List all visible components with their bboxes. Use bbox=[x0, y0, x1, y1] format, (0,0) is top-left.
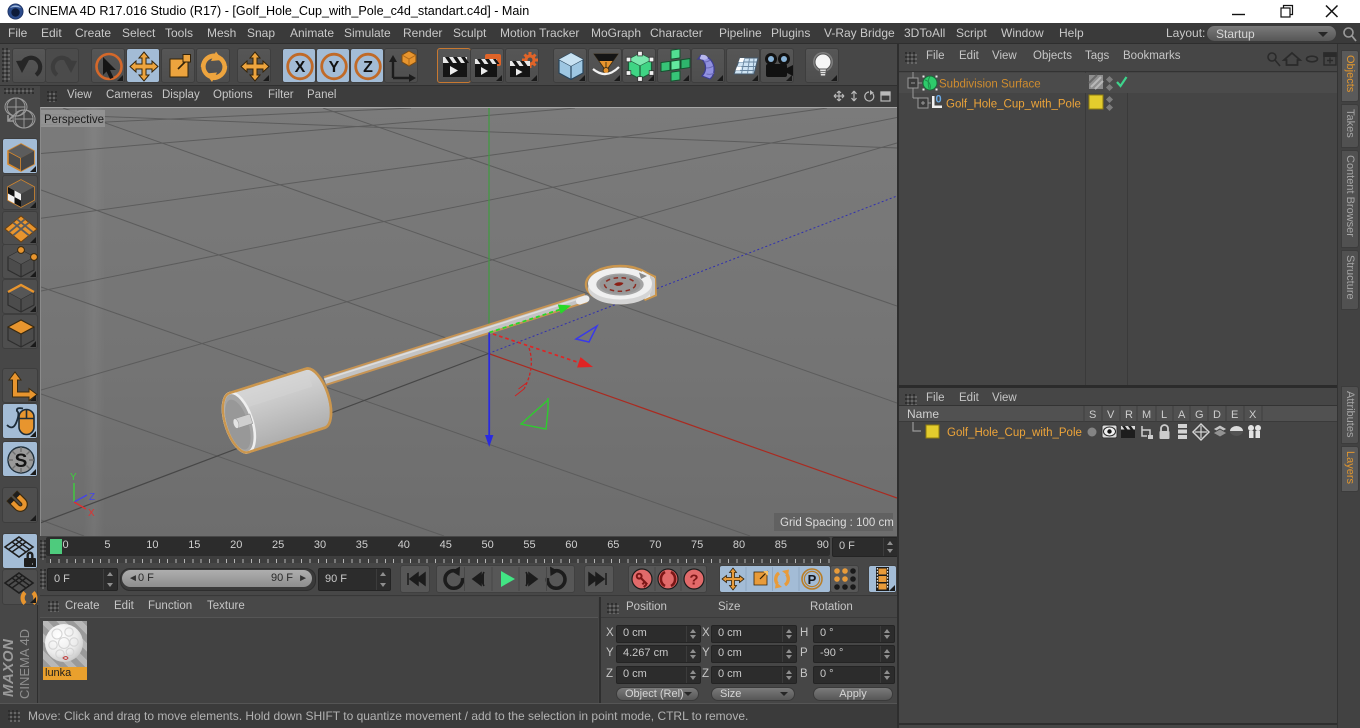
svg-text:Golf_Hole_Cup_with_Pole: Golf_Hole_Cup_with_Pole bbox=[947, 427, 1082, 439]
svg-text:Perspective: Perspective bbox=[44, 114, 104, 126]
svg-text:Y: Y bbox=[329, 59, 340, 76]
svg-text:D: D bbox=[1213, 409, 1221, 421]
svg-text:Grid Spacing : 100 cm: Grid Spacing : 100 cm bbox=[780, 517, 894, 529]
svg-text:Golf_Hole_Cup_with_Pole: Golf_Hole_Cup_with_Pole bbox=[946, 99, 1081, 111]
svg-text:S: S bbox=[1089, 409, 1096, 421]
svg-text:M: M bbox=[1142, 409, 1151, 421]
svg-text:Z: Z bbox=[89, 492, 95, 503]
svg-text:X: X bbox=[1249, 409, 1257, 421]
svg-text:R: R bbox=[1125, 409, 1133, 421]
svg-text:A: A bbox=[1178, 409, 1186, 421]
svg-text:P: P bbox=[808, 572, 817, 587]
svg-text:E: E bbox=[1231, 409, 1238, 421]
svg-text:G: G bbox=[1195, 409, 1204, 421]
svg-text:Z: Z bbox=[363, 59, 373, 76]
svg-text:X: X bbox=[295, 59, 306, 76]
svg-text:Y: Y bbox=[70, 472, 77, 483]
svg-text:?: ? bbox=[689, 572, 698, 589]
svg-text:0: 0 bbox=[936, 94, 942, 106]
svg-text:X: X bbox=[88, 508, 95, 519]
svg-text:Subdivision Surface: Subdivision Surface bbox=[939, 79, 1041, 91]
svg-text:S: S bbox=[15, 451, 28, 472]
svg-text:L: L bbox=[1161, 409, 1167, 421]
svg-text:V: V bbox=[1107, 409, 1115, 421]
